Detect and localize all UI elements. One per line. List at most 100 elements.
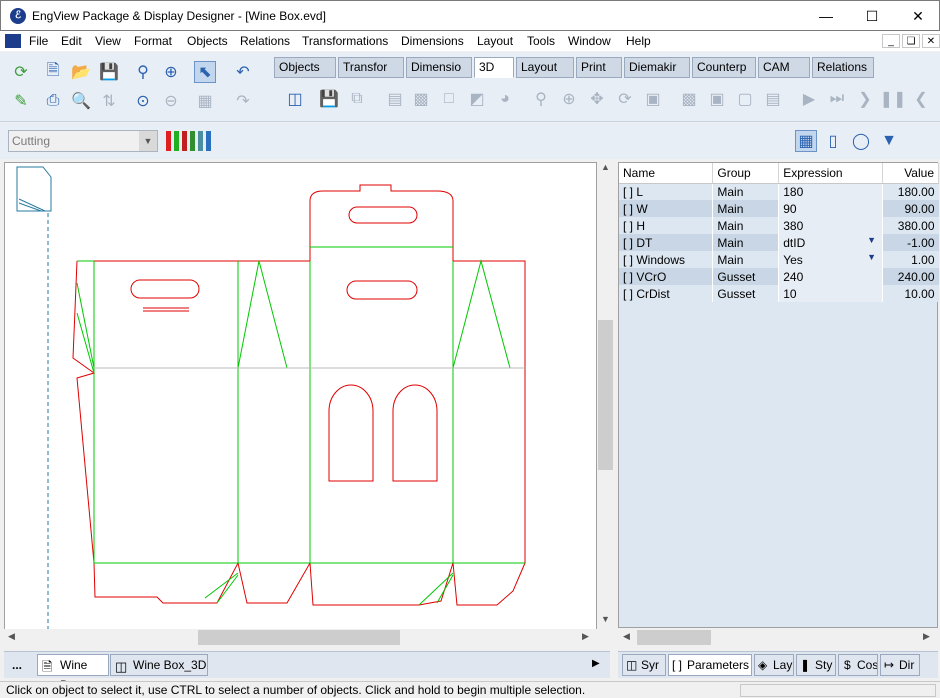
param-expression-dropdown[interactable]: Yes ▼ [778,251,884,268]
select-arrow-icon[interactable]: ⬉ [194,61,216,83]
minimize-button[interactable]: — [803,1,849,31]
pause-icon[interactable]: ❚❚ [880,88,907,110]
filter-icon[interactable]: ▼ [878,130,900,152]
move-shape-icon[interactable]: ◩ [466,88,488,110]
table-row[interactable]: [ ] Windows Main Yes ▼ 1.00 [619,251,939,268]
stack-icon[interactable]: ▩ [410,88,432,110]
search-3d-icon[interactable]: ⚲ [530,88,552,110]
menu-objects[interactable]: Objects [187,34,228,48]
play-icon[interactable]: ▶ [798,88,820,110]
param-expression[interactable]: 90 [778,200,884,217]
align-icon[interactable]: ▤ [384,88,406,110]
mdi-restore-button[interactable]: ❏ [902,34,920,48]
menu-layout[interactable]: Layout [477,34,513,48]
scroll-left-icon[interactable]: ◀ [8,631,15,642]
column-expression[interactable]: Expression [778,163,884,184]
column-name[interactable]: Name [619,163,714,184]
undo-icon[interactable]: ↶ [232,61,254,83]
param-expression[interactable]: 180 [778,183,884,200]
mdi-close-button[interactable]: ✕ [922,34,940,48]
menu-edit[interactable]: Edit [61,34,82,48]
print-preview-icon[interactable]: 🔍 [70,90,92,112]
edit-icon[interactable]: ✎ [10,90,32,112]
table-row[interactable]: [ ] H Main 380 380.00 [619,217,939,234]
close-button[interactable]: ✕ [895,1,940,31]
tab-cam[interactable]: CAM [758,57,810,78]
param-expression-dropdown[interactable]: dtID ▼ [778,234,884,251]
new-file-icon[interactable]: 🗎 [42,61,64,83]
image-icon[interactable]: ▤ [762,88,784,110]
zoom-out-icon[interactable]: ⊖ [160,90,182,112]
scroll-up-icon[interactable]: ▲ [601,162,610,172]
tab-transformations[interactable]: Transfor [338,57,404,78]
menu-transformations[interactable]: Transformations [302,34,388,48]
tab-wine-box[interactable]: 🗎 Wine Box [37,654,109,692]
menu-tools[interactable]: Tools [527,34,555,48]
tab-objects[interactable]: Objects [274,57,336,78]
menu-relations[interactable]: Relations [240,34,290,48]
tabs-scroll-right-icon[interactable]: ▶ [592,658,600,669]
drawing-canvas[interactable] [4,162,597,632]
zoom-3d-icon[interactable]: ⊕ [558,88,580,110]
param-expression[interactable]: 380 [778,217,884,234]
3d-fold-icon[interactable]: ◫ [284,88,306,110]
tab-counterplate[interactable]: Counterp [692,57,756,78]
refresh-icon[interactable]: ⟳ [10,61,32,83]
view-cube-icon[interactable]: ▣ [642,88,664,110]
menu-file[interactable]: File [29,34,48,48]
menu-view[interactable]: View [95,34,121,48]
grid-horizontal-scrollbar[interactable]: ◀ ▶ [619,629,937,646]
zoom-fit-icon[interactable]: ⊙ [132,90,154,112]
tab-dimensions-panel[interactable]: ↦ Dir [880,654,920,676]
zoom-in-icon[interactable]: ⊕ [160,61,182,83]
swap-icon[interactable]: ⇅ [98,90,120,112]
tab-wine-box-3d[interactable]: ◫ Wine Box_3D [110,654,208,676]
save-icon[interactable]: 💾 [98,61,120,83]
menu-dimensions[interactable]: Dimensions [401,34,464,48]
tab-dimensions[interactable]: Dimensio [406,57,472,78]
menu-help[interactable]: Help [626,34,651,48]
horizontal-scroll-thumb[interactable] [198,630,400,645]
redo-icon[interactable]: ↷ [232,90,254,112]
grid-icon[interactable]: ▦ [194,90,216,112]
tab-symmetry[interactable]: ◫ Syr [622,654,666,676]
maximize-button[interactable]: ☐ [849,1,895,31]
chevron-down-icon[interactable]: ▼ [867,252,876,262]
scroll-down-icon[interactable]: ▼ [601,614,610,624]
tab-print[interactable]: Print [576,57,622,78]
line-type-combo[interactable]: Cutting ▼ [8,130,158,152]
next-icon[interactable]: ❯ [854,88,876,110]
grid-scroll-thumb[interactable] [637,630,711,645]
tab-relations[interactable]: Relations [812,57,874,78]
table-row[interactable]: [ ] W Main 90 90.00 [619,200,939,217]
param-expression[interactable]: 240 [778,268,884,285]
param-expression[interactable]: 10 [778,285,884,302]
column-group[interactable]: Group [712,163,780,184]
box-shaded-icon[interactable]: ▣ [706,88,728,110]
previous-icon[interactable]: ❮ [910,88,932,110]
tab-styles[interactable]: ❚ Sty [796,654,836,676]
vertical-scroll-thumb[interactable] [598,320,613,470]
document-icon[interactable] [5,34,21,48]
pan-icon[interactable]: ✥ [586,88,608,110]
rotate-icon[interactable]: ⟳ [614,88,636,110]
chevron-down-icon[interactable]: ▼ [867,235,876,245]
snap-points-icon[interactable]: ▯ [822,130,844,152]
table-row[interactable]: [ ] CrDist Gusset 10 10.00 [619,285,939,302]
table-row[interactable]: [ ] L Main 180 180.00 [619,183,939,200]
chevron-down-icon[interactable]: ▼ [139,131,157,151]
mdi-minimize-button[interactable]: _ [882,34,900,48]
tab-parameters[interactable]: [ ] Parameters [668,654,752,676]
table-row[interactable]: [ ] DT Main dtID ▼ -1.00 [619,234,939,251]
tab-layout[interactable]: Layout [516,57,574,78]
print-icon[interactable]: ⎙ [42,90,64,112]
box-solid-icon[interactable]: ▩ [678,88,700,110]
column-value[interactable]: Value [882,163,939,184]
color-bars-icon[interactable] [166,131,212,151]
copy-3d-icon[interactable]: ⧉ [346,88,368,110]
scroll-right-icon[interactable]: ▶ [923,631,930,642]
bowl-icon[interactable]: ◕ [494,88,516,110]
scroll-right-icon[interactable]: ▶ [582,631,589,642]
tab-costs[interactable]: $ Cos [838,654,878,676]
open-folder-icon[interactable]: 📂 [70,61,92,83]
